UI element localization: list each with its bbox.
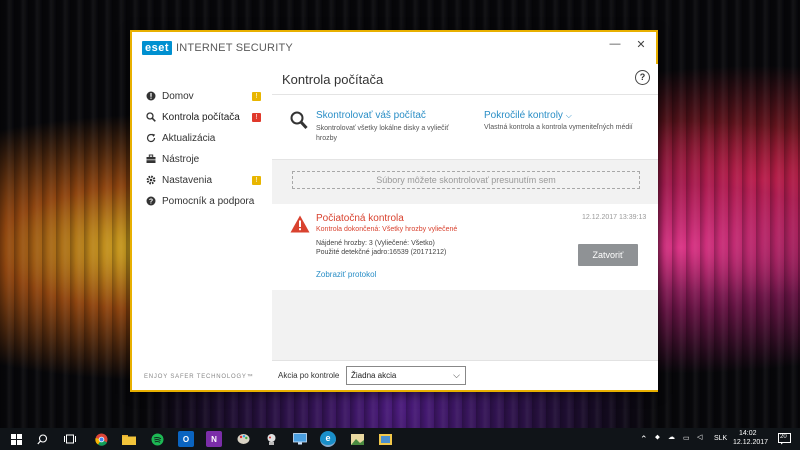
onenote-icon[interactable]: N (206, 431, 222, 447)
cloud-icon[interactable]: ☁ (668, 433, 675, 441)
result-title: Počiatočná kontrola (316, 213, 404, 224)
sidebar-item-label: Domov (162, 90, 194, 102)
search-icon (146, 112, 156, 122)
alert-badge: ! (252, 112, 261, 122)
result-subtitle: Kontrola dokončená: Všetky hrozby vylieč… (316, 226, 458, 233)
dropbox-icon[interactable]: ⬥ (655, 434, 660, 442)
eset-window: eset INTERNET SECURITY — ✕ Domov ! Kontr… (130, 30, 658, 392)
help-circle-icon: ? (146, 196, 156, 206)
taskbar: O N e ⌃ ⬥ ☁ ▭ ◁ SLK 14:02 12.12.2017 20 (0, 428, 800, 450)
page-title: Kontrola počítača (282, 72, 384, 87)
spotify-logo (151, 433, 163, 445)
after-scan-select[interactable]: Žiadna akcia ⌵ (346, 366, 466, 385)
briefcase-icon (146, 154, 156, 164)
picture-icon (378, 433, 392, 445)
sidebar-item-label: Pomocník a podpora (162, 195, 255, 207)
advanced-scans-label: Pokročilé kontroly (484, 110, 563, 121)
eset-logo: eset INTERNET SECURITY (142, 41, 293, 55)
sidebar-item-kontrola[interactable]: Kontrola počítača ! (132, 107, 272, 127)
scan-description: Skontrolovať všetky lokálne disky a vyli… (316, 125, 449, 142)
product-name: INTERNET SECURITY (176, 42, 293, 54)
main-panel: Kontrola počítača ? Skontrolovať váš poč… (272, 64, 658, 390)
magnifier-icon[interactable] (290, 111, 308, 131)
battery-icon[interactable]: ▭ (683, 434, 690, 442)
remote-desktop-icon[interactable] (292, 431, 308, 447)
palette-icon (237, 434, 249, 444)
warning-badge: ! (252, 175, 261, 185)
close-window-button[interactable]: ✕ (633, 38, 649, 51)
picture-app-icon[interactable] (377, 431, 393, 447)
gear-icon (146, 175, 156, 185)
task-view-icon (64, 434, 76, 444)
tray-chevron-up-icon[interactable]: ⌃ (640, 434, 648, 445)
close-button[interactable]: Zatvoriť (578, 244, 638, 266)
detection-engine: Použité detekčné jadro:16539 (20171212) (316, 249, 447, 256)
drop-zone[interactable]: Súbory môžete skontrolovať presunutím se… (292, 171, 640, 189)
after-scan-label: Akcia po kontrole (278, 371, 340, 380)
search-icon (36, 433, 47, 444)
search-taskbar-button[interactable] (34, 431, 50, 447)
notifications-icon[interactable]: 20 (776, 431, 792, 447)
start-button[interactable] (8, 431, 24, 447)
image-icon (350, 433, 364, 445)
scan-computer-link[interactable]: Skontrolovať váš počítač (316, 110, 426, 121)
eset-taskbar-icon[interactable]: e (320, 431, 336, 447)
task-view-button[interactable] (62, 431, 78, 447)
sidebar-item-label: Aktualizácia (162, 132, 216, 144)
svg-text:?: ? (149, 199, 153, 206)
sidebar: Domov ! Kontrola počítača ! Aktualizácia… (132, 64, 272, 390)
advanced-description: Vlastná kontrola a kontrola vymeniteľnýc… (484, 124, 633, 131)
outlook-icon[interactable]: O (178, 431, 194, 447)
folder-icon (122, 434, 136, 445)
monitor-icon (293, 433, 307, 445)
app-icon-generic[interactable] (263, 431, 279, 447)
after-scan-value: Žiadna akcia (351, 371, 397, 380)
warning-badge: ! (252, 91, 261, 101)
help-icon[interactable]: ? (635, 70, 650, 85)
threats-found: Nájdené hrozby: 3 (Vyliečené: Všetko) (316, 240, 435, 247)
app-logo-icon (267, 433, 275, 445)
notification-count: 20 (780, 434, 787, 440)
chevron-down-icon: ⌵ (565, 111, 572, 120)
sidebar-item-nastroje[interactable]: Nástroje (132, 149, 272, 169)
file-explorer-icon[interactable] (121, 431, 137, 447)
title-bar[interactable]: eset INTERNET SECURITY — ✕ (132, 32, 656, 64)
refresh-icon (146, 133, 156, 143)
advanced-scans-link[interactable]: Pokročilé kontroly ⌵ (484, 110, 572, 121)
sidebar-item-nastavenia[interactable]: Nastavenia ! (132, 170, 272, 190)
clock-date[interactable]: 12.12.2017 (733, 439, 768, 446)
tagline: ENJOY SAFER TECHNOLOGY™ (144, 374, 254, 380)
sidebar-item-domov[interactable]: Domov ! (132, 86, 272, 106)
chevron-down-icon: ⌵ (453, 370, 460, 380)
windows-icon (10, 433, 22, 445)
chrome-logo (94, 433, 107, 446)
scan-actions-panel: Skontrolovať váš počítač Skontrolovať vš… (272, 94, 658, 160)
minimize-button[interactable]: — (607, 38, 623, 50)
spotify-icon[interactable] (149, 431, 165, 447)
photos-icon[interactable] (349, 431, 365, 447)
result-timestamp: 12.12.2017 13:39:13 (582, 214, 647, 221)
volume-icon[interactable]: ◁ (697, 433, 702, 441)
show-log-link[interactable]: Zobraziť protokol (316, 270, 376, 279)
sidebar-item-aktualizacia[interactable]: Aktualizácia (132, 128, 272, 148)
language-indicator[interactable]: SLK (714, 435, 727, 442)
clock-time[interactable]: 14:02 (739, 430, 757, 437)
logo-badge: eset (142, 41, 173, 55)
warning-triangle-icon (290, 215, 310, 233)
sidebar-item-label: Nástroje (162, 153, 200, 165)
alert-circle-icon (146, 91, 156, 101)
scan-result-card: Počiatočná kontrola Kontrola dokončená: … (272, 204, 658, 290)
sidebar-item-label: Kontrola počítača (162, 111, 240, 123)
footer: Akcia po kontrole Žiadna akcia ⌵ (272, 360, 658, 390)
sidebar-item-pomocnik[interactable]: ? Pomocník a podpora (132, 191, 272, 211)
sidebar-item-label: Nastavenia (162, 174, 213, 186)
chrome-icon[interactable] (93, 431, 109, 447)
paint-icon[interactable] (235, 431, 251, 447)
